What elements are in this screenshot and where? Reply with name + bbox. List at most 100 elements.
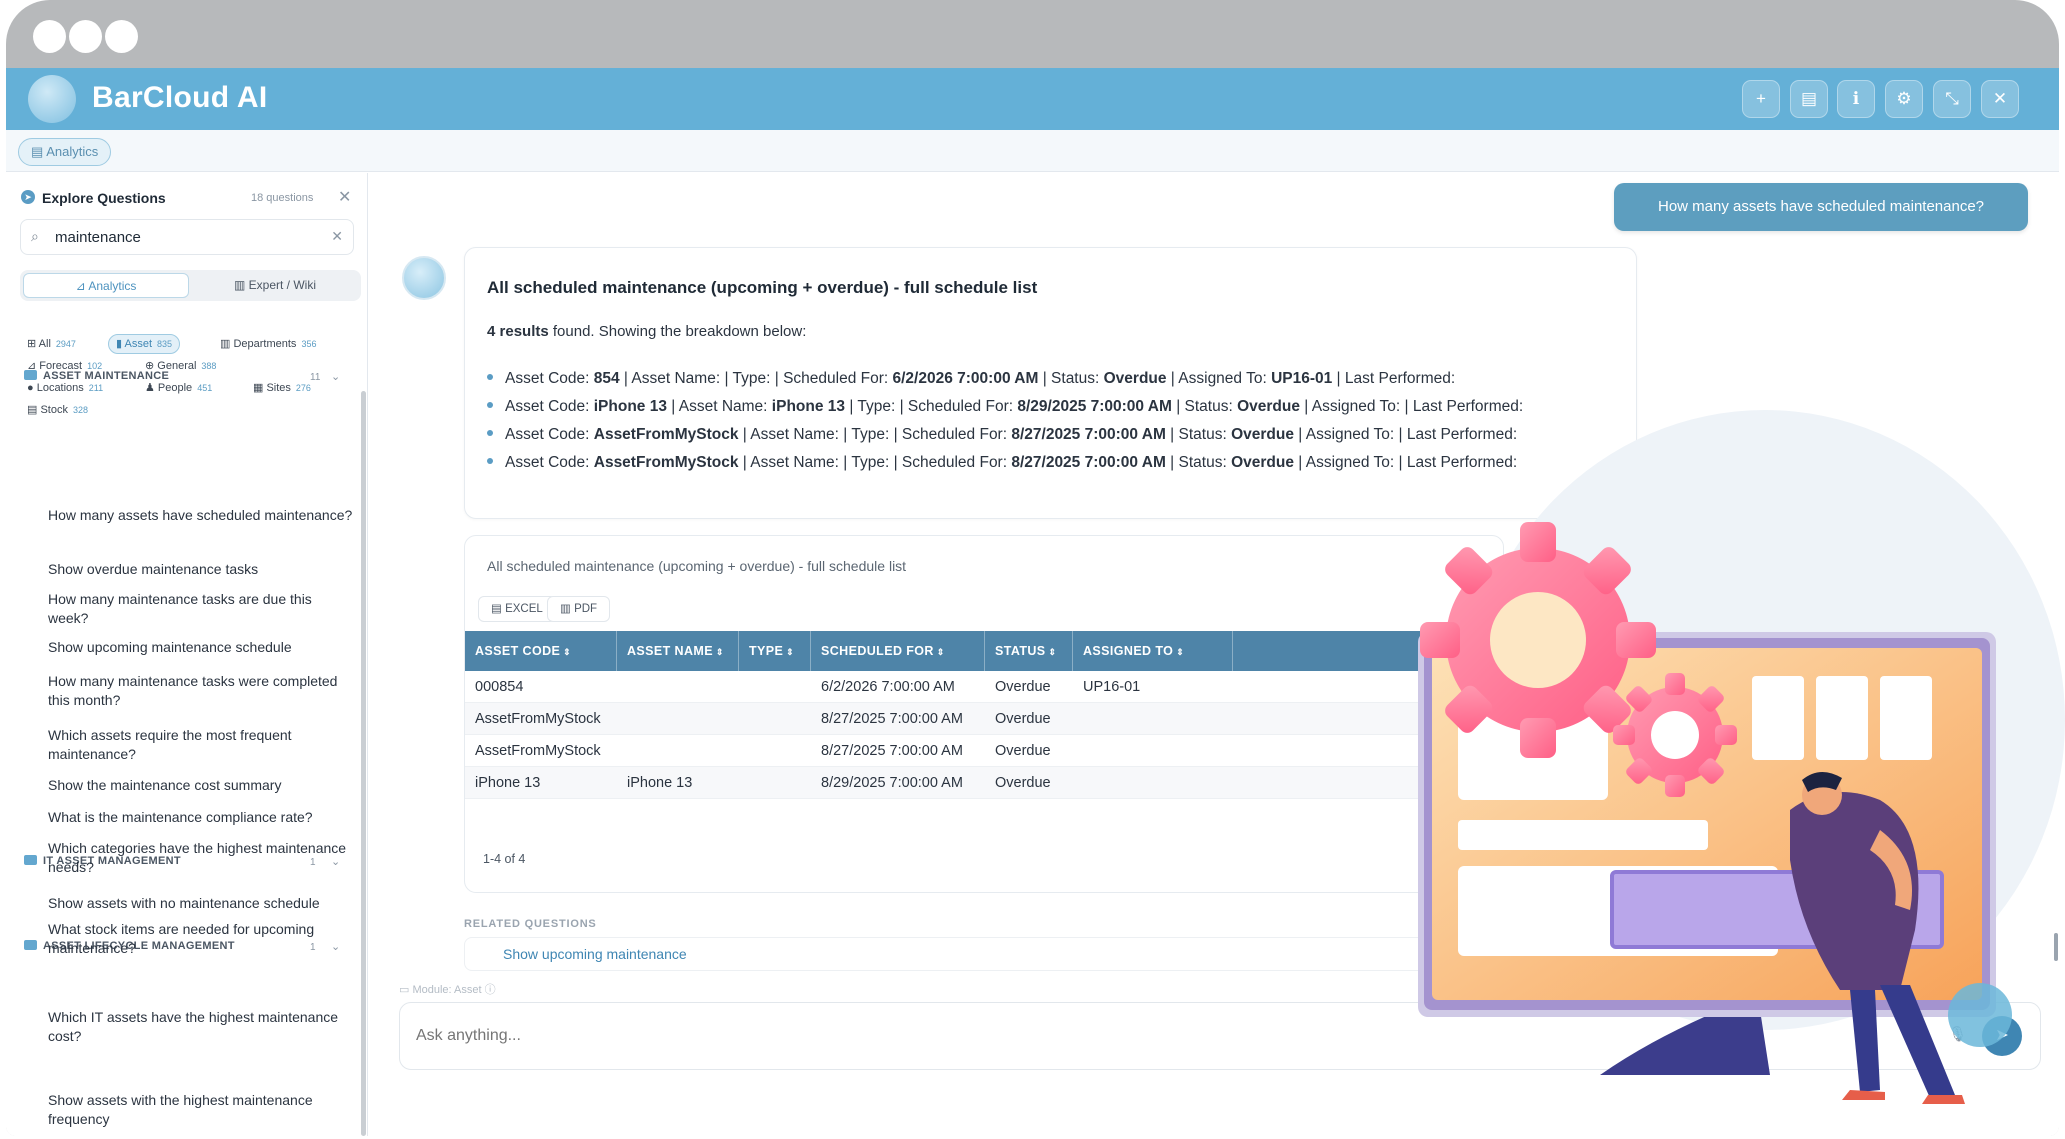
column-header-label: ASSIGNED TO: [1083, 644, 1174, 658]
question-item[interactable]: Which assets require the most frequent m…: [48, 726, 354, 764]
window-titlebar: [6, 0, 2059, 68]
field-label: | Status:: [1165, 426, 1232, 443]
field-label: | Assigned To:: [1293, 426, 1399, 443]
field-label: | Scheduled For:: [899, 398, 1018, 415]
window-control-dot[interactable]: [33, 20, 66, 53]
microphone-icon[interactable]: 🎙: [1948, 1025, 1967, 1043]
question-item[interactable]: What is the maintenance compliance rate?: [48, 808, 354, 827]
field-label: | Last Performed:: [1404, 398, 1524, 415]
filter-label: Sites: [266, 382, 291, 394]
column-header[interactable]: STATUS ⇕: [985, 631, 1073, 671]
folder-icon: [24, 940, 37, 950]
window-control-dot[interactable]: [69, 20, 102, 53]
field-value: Overdue: [1231, 426, 1294, 443]
related-question[interactable]: Show upcoming maintenance: [464, 937, 1504, 971]
table-cell: iPhone 13: [627, 775, 693, 791]
mode-tabs: ⊿ Analytics ▥ Expert / Wiki: [20, 270, 361, 301]
tab-expert-wiki[interactable]: ▥ Expert / Wiki: [192, 273, 358, 298]
question-item[interactable]: How many assets have scheduled maintenan…: [48, 506, 354, 525]
field-label: | Last Performed:: [1398, 454, 1518, 471]
filter-chip-asset[interactable]: ▮ Asset 835: [108, 334, 181, 354]
sidebar-scrollbar[interactable]: [361, 391, 366, 1136]
table-cell: 8/27/2025 7:00:00 AM: [821, 711, 963, 727]
export-excel-button[interactable]: ▤ EXCEL: [478, 596, 556, 622]
chevron-down-icon[interactable]: ⌄: [331, 370, 340, 383]
question-item[interactable]: Which categories have the highest mainte…: [48, 839, 354, 877]
filter-chip-sites[interactable]: ▦ Sites 276: [246, 378, 318, 398]
ask-box: 🎙 ➤: [399, 1002, 2041, 1070]
table-cell: iPhone 13: [475, 775, 541, 791]
results-table-card: All scheduled maintenance (upcoming + ov…: [464, 535, 1504, 893]
question-item[interactable]: Show the maintenance cost summary: [48, 776, 354, 795]
question-item[interactable]: How many maintenance tasks are due this …: [48, 590, 354, 628]
question-item[interactable]: Show overdue maintenance tasks: [48, 560, 354, 579]
book-icon[interactable]: ▤: [1790, 80, 1828, 118]
gear-icon[interactable]: ⚙: [1885, 80, 1923, 118]
summary-text: found. Showing the breakdown below:: [548, 323, 807, 340]
chat-area: How many assets have scheduled maintenan…: [369, 173, 2059, 1136]
column-header[interactable]: SCHEDULED FOR ⇕: [811, 631, 985, 671]
sort-icon: ⇕: [933, 647, 945, 657]
filter-icon: ▦: [253, 382, 267, 394]
plus-icon[interactable]: +: [1742, 80, 1780, 118]
field-label: Asset Code:: [505, 370, 594, 387]
question-item[interactable]: Show assets with no maintenance schedule: [48, 894, 354, 913]
filter-chip-all[interactable]: ⊞ All 2947: [20, 334, 83, 354]
question-count: 18 questions: [251, 192, 314, 204]
table-row[interactable]: iPhone 13 iPhone 13 8/29/2025 7:00:00 AM Ov…: [465, 767, 1503, 799]
chat-scrollbar[interactable]: [2054, 933, 2058, 961]
field-label: | Assigned To:: [1299, 398, 1405, 415]
export-pdf-button[interactable]: ▥ PDF: [547, 596, 611, 622]
question-item[interactable]: Show upcoming maintenance schedule: [48, 638, 354, 657]
table-cell: Overdue: [995, 711, 1051, 727]
field-label: | Status:: [1171, 398, 1238, 415]
close-icon[interactable]: ✕: [1981, 80, 2019, 118]
field-value: 6/2/2026 7:00:00 AM: [892, 370, 1039, 387]
category-header[interactable]: ASSET MAINTENANCE: [24, 370, 169, 388]
table-row[interactable]: AssetFromMyStock 8/27/2025 7:00:00 AM Over…: [465, 735, 1503, 767]
field-label: Asset Code:: [505, 398, 594, 415]
analytics-chip[interactable]: ▤ Analytics: [18, 138, 112, 166]
filter-count: 835: [157, 339, 173, 349]
related-questions-label: RELATED QUESTIONS: [464, 918, 597, 930]
ask-input[interactable]: [416, 1021, 1616, 1051]
send-button[interactable]: ➤: [1982, 1016, 2022, 1056]
field-label: | Asset Name:: [738, 454, 844, 471]
category-count: 11: [310, 372, 321, 383]
tab-analytics[interactable]: ⊿ Analytics: [23, 273, 189, 298]
filter-count: 328: [72, 405, 88, 415]
field-value: 854: [593, 370, 620, 387]
search-input[interactable]: [55, 220, 315, 254]
question-item[interactable]: How many maintenance tasks were complete…: [48, 672, 354, 710]
question-item[interactable]: What stock items are needed for upcoming…: [48, 920, 354, 958]
question-item[interactable]: Which IT assets have the highest mainten…: [48, 1008, 354, 1046]
filter-count: 356: [301, 339, 317, 349]
field-label: Asset Code:: [505, 454, 594, 471]
filter-label: Departments: [233, 338, 297, 350]
filter-chip-stock[interactable]: ▤ Stock 328: [20, 400, 95, 420]
filter-label: Asset: [124, 338, 153, 350]
column-header[interactable]: ASSIGNED TO ⇕: [1073, 631, 1233, 671]
filter-chip-departments[interactable]: ▥ Departments 356: [213, 334, 323, 354]
table-row[interactable]: AssetFromMyStock 8/27/2025 7:00:00 AM Over…: [465, 703, 1503, 735]
filter-label: All: [38, 338, 51, 350]
column-header[interactable]: ASSET CODE ⇕: [465, 631, 617, 671]
window-control-dot[interactable]: [105, 20, 138, 53]
field-value: 8/27/2025 7:00:00 AM: [1011, 454, 1166, 471]
category-label: ASSET MAINTENANCE: [43, 370, 170, 382]
table-row[interactable]: 000854 6/2/2026 7:00:00 AM Overdue UP16-01: [465, 671, 1503, 703]
explore-title: Explore Questions: [42, 190, 166, 206]
field-value: AssetFromMyStock: [593, 454, 739, 471]
field-label: | Type:: [724, 370, 775, 387]
field-label: | Asset Name:: [738, 426, 844, 443]
collapse-icon[interactable]: ⤡: [1933, 80, 1971, 118]
column-header[interactable]: ASSET NAME ⇕: [617, 631, 739, 671]
column-header[interactable]: TYPE ⇕: [739, 631, 811, 671]
column-header-label: STATUS: [995, 644, 1046, 658]
question-item[interactable]: Show assets with the highest maintenance…: [48, 1091, 354, 1129]
close-icon[interactable]: ✕: [338, 187, 351, 207]
info-icon[interactable]: ℹ: [1837, 80, 1875, 118]
clear-search-icon[interactable]: ✕: [331, 228, 343, 245]
app-header: BarCloud AI + ▤ ℹ ⚙ ⤡ ✕: [6, 68, 2059, 130]
logo: [28, 75, 76, 123]
